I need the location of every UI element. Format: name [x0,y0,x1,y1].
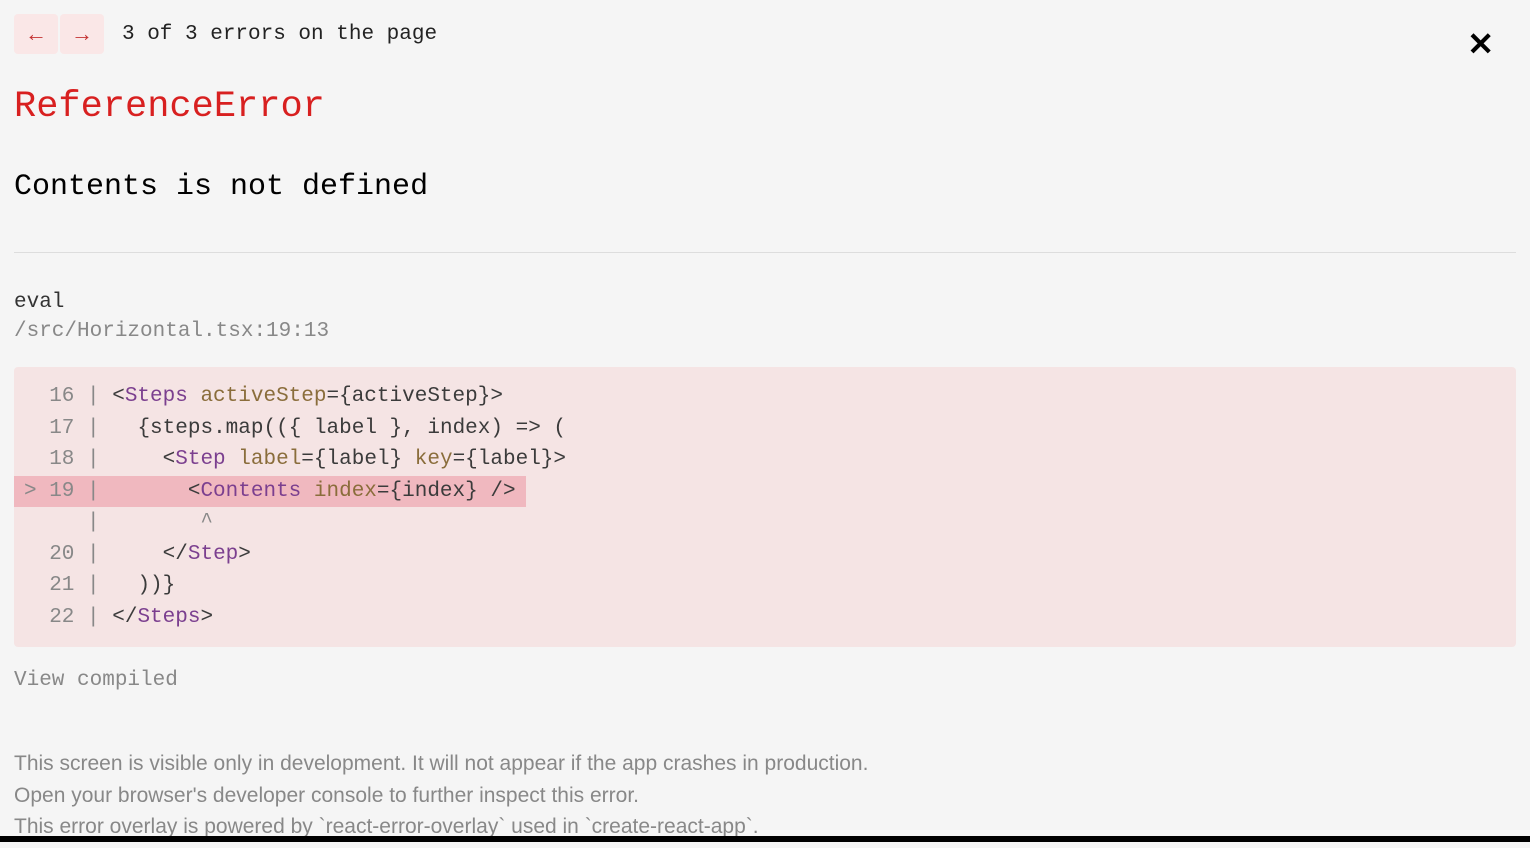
code-line-highlighted: > 19 | <Contents index={index} /> [14,476,1516,508]
close-icon: ✕ [1467,26,1494,62]
error-count: 3 of 3 errors on the page [122,23,437,46]
next-error-button[interactable]: → [60,14,104,54]
code-line: 20 | </Step> [14,539,1516,571]
code-line: 17 | {steps.map(({ label }, index) => ( [14,413,1516,445]
stack-frame-name: eval [14,291,1516,314]
view-compiled-link[interactable]: View compiled [14,669,178,692]
code-line: 22 | </Steps> [14,602,1516,634]
code-line: 18 | <Step label={label} key={label}> [14,444,1516,476]
footer-line: This screen is visible only in developme… [14,748,1516,780]
code-line-caret: | ^ [14,507,1516,539]
error-type: ReferenceError [14,86,1516,128]
close-button[interactable]: ✕ [1467,28,1494,60]
arrow-left-icon: ← [25,21,47,47]
stack-frame-location: /src/Horizontal.tsx:19:13 [14,320,1516,343]
code-snippet: 16 | <Steps activeStep={activeStep}> 17 … [14,367,1516,647]
footer-line: Open your browser's developer console to… [14,780,1516,812]
divider [14,252,1516,253]
error-overlay-header: ← → 3 of 3 errors on the page [14,14,1516,54]
nav-buttons: ← → [14,14,104,54]
code-line: 21 | ))} [14,570,1516,602]
arrow-right-icon: → [71,21,93,47]
footer-notice: This screen is visible only in developme… [14,748,1516,843]
error-message: Contents is not defined [14,170,1516,204]
bottom-bar [0,836,1530,842]
code-line: 16 | <Steps activeStep={activeStep}> [14,381,1516,413]
prev-error-button[interactable]: ← [14,14,58,54]
